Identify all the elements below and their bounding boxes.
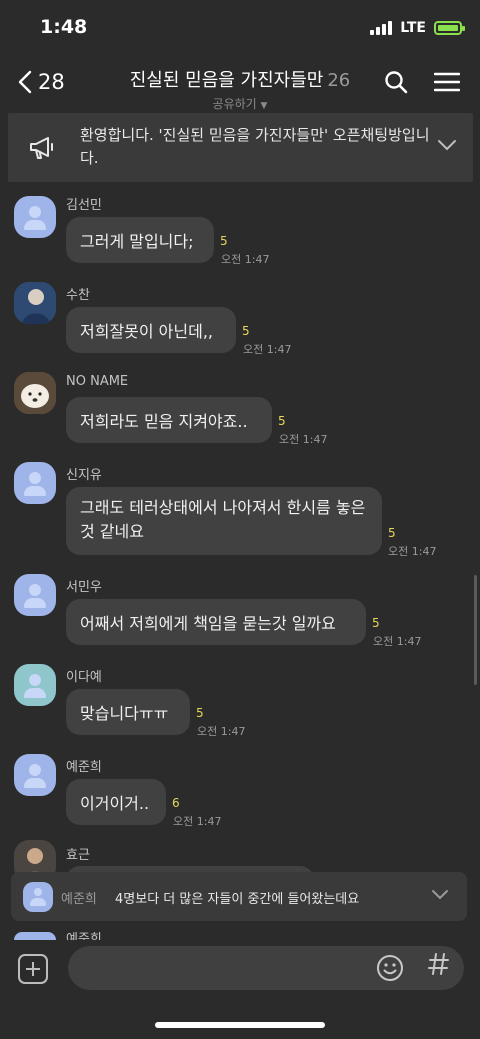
- caret-down-icon: ▼: [260, 101, 268, 111]
- search-icon[interactable]: [384, 70, 408, 94]
- avatar[interactable]: [14, 574, 56, 616]
- status-indicators: LTE: [370, 20, 465, 36]
- sender-name: NO NAME: [66, 374, 129, 389]
- message-time: 오전 1:47: [197, 725, 246, 738]
- sender-name: 신지유: [66, 468, 102, 483]
- sender-name: 효근: [66, 848, 90, 863]
- preview-text: 4명보다 더 많은 자들이 중간에 들어왔는데요: [115, 892, 360, 907]
- message-time: 오전 1:47: [388, 545, 437, 558]
- preview-sender-name: 예준희: [61, 892, 97, 907]
- status-bar: 1:48 LTE: [0, 0, 480, 58]
- avatar[interactable]: [14, 462, 56, 504]
- message-bubble[interactable]: 저희라도 믿음 지켜야죠..: [66, 397, 272, 443]
- status-time: 1:48: [40, 16, 88, 38]
- unread-count: 6: [172, 796, 180, 810]
- sender-name: 예준희: [66, 932, 102, 940]
- message-time: 오전 1:47: [221, 253, 270, 266]
- room-title-area[interactable]: 진실된 믿음을 가진자들만 26 공유하기 ▼: [100, 66, 380, 112]
- avatar[interactable]: [14, 282, 56, 324]
- message-bubble[interactable]: 그러게 말입니다;: [66, 217, 214, 263]
- member-count: 26: [327, 70, 351, 91]
- menu-icon[interactable]: [434, 72, 460, 92]
- profile-photo-icon: [14, 282, 56, 324]
- emoji-icon[interactable]: [376, 954, 404, 982]
- avatar[interactable]: [14, 664, 56, 706]
- unread-count: 5: [196, 706, 204, 720]
- chat-header: 28 진실된 믿음을 가진자들만 26 공유하기 ▼: [0, 58, 480, 112]
- avatar[interactable]: [14, 372, 56, 414]
- network-label: LTE: [400, 20, 426, 36]
- avatar: [14, 932, 56, 940]
- megaphone-icon: [30, 137, 53, 159]
- message-bubble[interactable]: 그래도 테러상태에서 나아져서 한시름 놓은 것 같네요: [66, 487, 382, 555]
- sender-name: 예준희: [66, 760, 102, 775]
- hashtag-icon[interactable]: [428, 952, 450, 976]
- sender-name: 이다예: [66, 670, 102, 685]
- avatar[interactable]: [14, 196, 56, 238]
- message-bubble[interactable]: 이거이거..: [66, 779, 166, 825]
- room-title: 진실된 믿음을 가진자들만 26: [100, 66, 380, 92]
- notice-text: 환영합니다. '진실된 믿음을 가진자들만' 오픈채팅방입니다.: [80, 126, 430, 167]
- message-bubble[interactable]: 어째서 저희에게 책임을 묻는갓 일까요: [66, 599, 366, 645]
- message-time: 오전 1:47: [173, 815, 222, 828]
- sender-name: 김선민: [66, 198, 102, 213]
- unread-count: 5: [388, 526, 396, 540]
- message-time: 오전 1:47: [279, 433, 328, 446]
- unread-count: 5: [278, 414, 286, 428]
- avatar[interactable]: [14, 754, 56, 796]
- share-button[interactable]: 공유하기 ▼: [100, 95, 380, 112]
- message-input[interactable]: [68, 946, 464, 990]
- chevron-down-icon[interactable]: [431, 889, 449, 900]
- chevron-left-icon: [18, 70, 32, 94]
- sender-name: 서민우: [66, 580, 102, 595]
- unread-count: 5: [242, 324, 250, 338]
- share-label: 공유하기: [212, 97, 257, 111]
- message-time: 오전 1:47: [243, 343, 292, 356]
- avatar: [23, 882, 53, 912]
- message-bubble[interactable]: 맞습니다ㅠㅠ: [66, 689, 190, 735]
- home-indicator: [155, 1022, 325, 1028]
- unread-room-count: 28: [38, 70, 65, 94]
- new-message-preview[interactable]: 예준희 4명보다 더 많은 자들이 중간에 들어왔는데요: [11, 872, 467, 921]
- room-title-text: 진실된 믿음을 가진자들만: [129, 70, 324, 91]
- back-button[interactable]: 28: [18, 70, 65, 94]
- sender-name: 수찬: [66, 288, 90, 303]
- signal-icon: [370, 21, 393, 35]
- notice-banner[interactable]: 환영합니다. '진실된 믿음을 가진자들만' 오픈채팅방입니다.: [8, 113, 473, 182]
- unread-count: 5: [372, 616, 380, 630]
- profile-photo-icon: [14, 372, 56, 414]
- chevron-down-icon[interactable]: [437, 139, 457, 151]
- scrollbar[interactable]: [474, 575, 477, 685]
- attach-plus-button[interactable]: [18, 954, 48, 984]
- message-time: 오전 1:47: [373, 635, 422, 648]
- unread-count: 5: [220, 234, 228, 248]
- battery-icon: [434, 21, 465, 35]
- message-bubble[interactable]: 저희잘못이 아닌데,,: [66, 307, 236, 353]
